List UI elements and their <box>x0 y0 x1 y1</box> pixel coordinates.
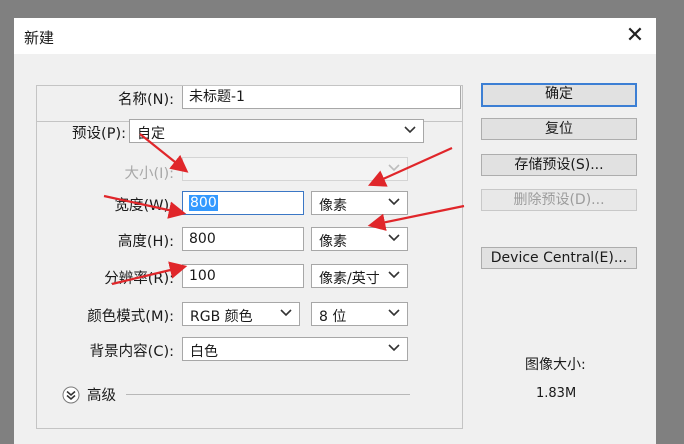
height-input[interactable]: 800 <box>182 227 304 251</box>
width-label: 宽度(W): <box>114 198 174 214</box>
color-mode-select[interactable]: RGB 颜色 <box>182 302 300 326</box>
dialog-title: 新建 <box>24 29 55 47</box>
save-preset-button[interactable]: 存储预设(S)... <box>481 154 637 176</box>
width-unit-value: 像素 <box>319 198 347 214</box>
preset-label: 预设(P): <box>50 122 126 143</box>
ok-button[interactable]: 确定 <box>481 83 637 107</box>
color-mode-value: RGB 颜色 <box>190 309 253 325</box>
height-unit-select[interactable]: 像素 <box>311 227 408 251</box>
close-icon[interactable]: ✕ <box>622 23 648 49</box>
chevron-down-icon <box>280 307 292 319</box>
new-document-dialog: 新建 ✕ 名称(N): 未标题-1 预设(P): 自定 大小(I): 宽度(W)… <box>14 18 656 444</box>
image-size-value: 1.83M <box>536 386 577 401</box>
double-chevron-down-icon[interactable] <box>62 386 80 404</box>
height-unit-value: 像素 <box>319 234 347 250</box>
chevron-down-icon <box>388 342 400 354</box>
chevron-down-icon <box>388 269 400 281</box>
resolution-input[interactable]: 100 <box>182 264 304 288</box>
color-mode-label: 颜色模式(M): <box>87 309 174 325</box>
chevron-down-icon <box>388 196 400 208</box>
width-value: 800 <box>189 195 218 211</box>
chevron-down-icon <box>388 307 400 319</box>
resolution-label: 分辨率(R): <box>104 271 174 287</box>
dialog-body: 名称(N): 未标题-1 预设(P): 自定 大小(I): 宽度(W): 800… <box>14 54 656 444</box>
advanced-label[interactable]: 高级 <box>87 384 116 405</box>
advanced-divider <box>126 394 410 395</box>
device-central-button[interactable]: Device Central(E)... <box>481 247 637 269</box>
image-size-label: 图像大小: <box>525 357 586 373</box>
chevron-down-icon <box>388 162 400 174</box>
delete-preset-button: 删除预设(D)... <box>481 189 637 211</box>
background-value: 白色 <box>190 344 218 360</box>
width-input[interactable]: 800 <box>182 191 304 215</box>
bit-depth-select[interactable]: 8 位 <box>311 302 408 326</box>
size-label: 大小(I): <box>124 166 174 182</box>
height-label: 高度(H): <box>117 234 174 250</box>
background-label: 背景内容(C): <box>89 344 174 360</box>
preset-select[interactable]: 自定 <box>129 119 424 143</box>
resolution-unit-value: 像素/英寸 <box>319 271 380 287</box>
width-unit-select[interactable]: 像素 <box>311 191 408 215</box>
reset-button[interactable]: 复位 <box>481 118 637 140</box>
resolution-unit-select[interactable]: 像素/英寸 <box>311 264 408 288</box>
background-select[interactable]: 白色 <box>182 337 408 361</box>
bit-depth-value: 8 位 <box>319 309 347 325</box>
preset-value: 自定 <box>137 126 165 142</box>
chevron-down-icon <box>404 124 416 136</box>
title-bar[interactable]: 新建 ✕ <box>14 18 656 54</box>
size-select <box>182 157 408 181</box>
chevron-down-icon <box>388 232 400 244</box>
